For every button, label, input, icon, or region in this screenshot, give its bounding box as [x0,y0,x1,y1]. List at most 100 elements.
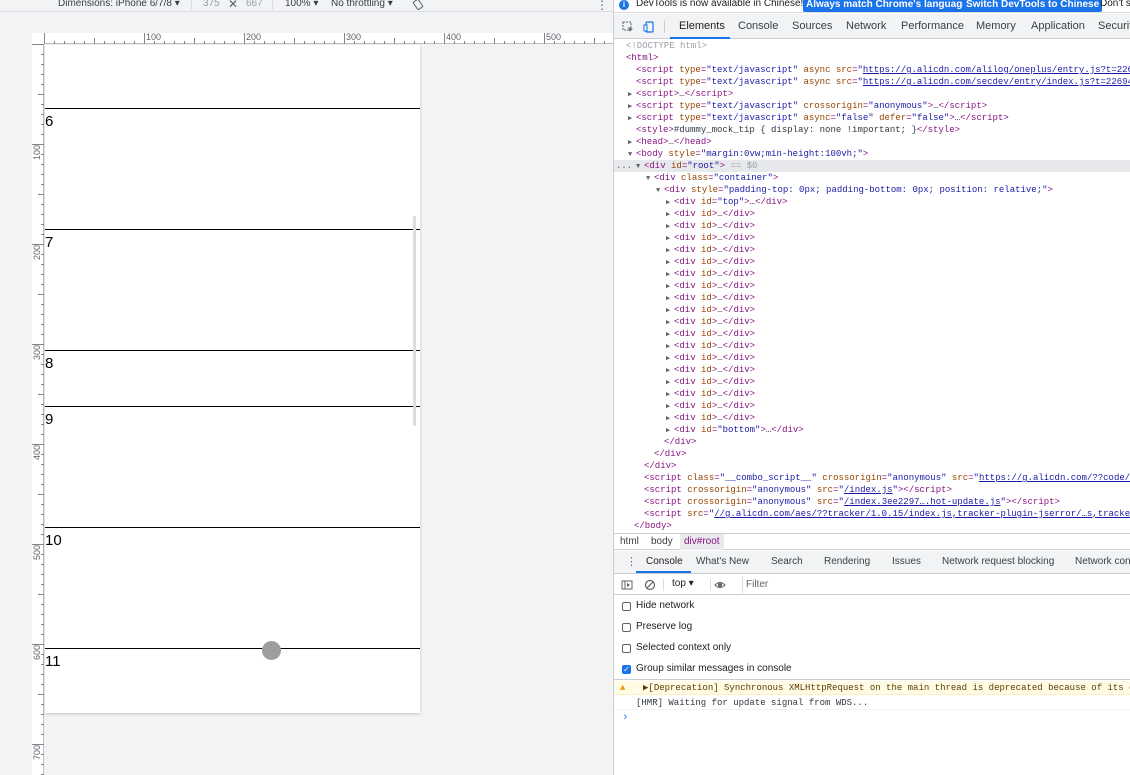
console-warning-message[interactable]: ▲ ▶[Deprecation] Synchronous XMLHttpRequ… [614,681,1130,695]
dom-node-selected[interactable]: ... ▼ <div id="root"> == $0 [614,160,1130,172]
dom-node[interactable]: ▶ <div id>…</div> [614,208,1130,220]
selected-context-checkbox[interactable] [622,644,631,653]
ruler-top: 100 200 300 400 500 [44,32,613,44]
language-infobar: i DevTools is now available in Chinese! … [614,0,1130,13]
clear-console-icon[interactable] [644,579,656,591]
group-similar-setting[interactable]: ✓ Group similar messages in console [622,663,882,678]
dom-node[interactable]: ▶ <div id>…</div> [614,388,1130,400]
dom-node[interactable]: </div> [614,460,1130,472]
dom-node[interactable]: ▼ <div style="padding-top: 0px; padding-b… [614,184,1130,196]
height-input[interactable]: 667 [246,0,263,9]
device-toggle-icon[interactable] [643,21,655,33]
dom-node[interactable]: <html> [614,52,1130,64]
dom-node[interactable]: ▶ <div id>…</div> [614,304,1130,316]
console-filter-input[interactable] [742,576,1130,593]
dom-node[interactable]: ▶ <div id>…</div> [614,244,1130,256]
dom-node[interactable]: ▶ <div id>…</div> [614,268,1130,280]
dom-node[interactable]: </div> [614,436,1130,448]
dom-node[interactable]: <script src="//g.alicdn.com/aes/??tracke… [614,508,1130,520]
dom-node[interactable]: <script type="text/javascript" async src… [614,64,1130,76]
dom-node[interactable]: ▶ <script>…</script> [614,88,1130,100]
drawer-tab-console[interactable]: Console [646,556,683,567]
tab-security[interactable]: Security [1098,20,1130,32]
dom-node[interactable]: ▶ <div id="top">…</div> [614,196,1130,208]
tab-application[interactable]: Application [1031,20,1085,32]
list-item[interactable]: 10 [45,527,420,648]
selected-context-setting[interactable]: Selected context only [622,642,822,657]
dom-node[interactable]: <style>#dummy_mock_tip { display: none !… [614,124,1130,136]
page-scrollbar[interactable] [413,216,416,426]
dom-node[interactable]: ▶ <div id>…</div> [614,256,1130,268]
dom-node[interactable]: ▶ <div id="bottom">…</div> [614,424,1130,436]
preserve-log-checkbox[interactable] [622,623,631,632]
drawer-tab-whats-new[interactable]: What's New [696,556,749,567]
match-language-button[interactable]: Always match Chrome's language [803,0,971,12]
dom-node[interactable]: ▶ <div id>…</div> [614,280,1130,292]
throttling-select[interactable]: No throttling ▾ [331,0,393,9]
dom-node[interactable]: ▶ <script type="text/javascript" async="f… [614,112,1130,124]
dom-node[interactable]: ▶ <div id>…</div> [614,340,1130,352]
hide-network-checkbox[interactable] [622,602,631,611]
width-input[interactable]: 375 [203,0,220,9]
dom-node[interactable]: ▶ <div id>…</div> [614,328,1130,340]
dom-node[interactable]: ▶ <head>…</head> [614,136,1130,148]
dom-node[interactable]: ▶ <div id>…</div> [614,364,1130,376]
inspect-element-icon[interactable] [622,21,634,33]
breadcrumb-item[interactable]: html [620,536,639,547]
drawer-tab-network-request-blocking[interactable]: Network request blocking [942,556,1054,567]
devtools-main-tabs: Elements Console Sources Network Perform… [614,14,1130,39]
more-vert-icon[interactable]: ⋮ [596,0,608,12]
dom-node[interactable]: </body> [614,520,1130,532]
dom-node[interactable]: <script type="text/javascript" async src… [614,76,1130,88]
list-item[interactable]: 9 [45,406,420,527]
drawer-tab-search[interactable]: Search [771,556,803,567]
tab-performance[interactable]: Performance [901,20,964,32]
list-item[interactable]: 6 [45,108,420,229]
dom-node[interactable]: <script crossorigin="anonymous" src="/in… [614,484,1130,496]
rotate-icon[interactable] [412,0,424,10]
device-select[interactable]: Dimensions: iPhone 6/7/8 ▾ [58,0,180,9]
dom-node[interactable]: ▶ <div id>…</div> [614,292,1130,304]
breadcrumb-item[interactable]: body [651,536,673,547]
context-select[interactable]: top ▾ [672,578,694,589]
tab-network[interactable]: Network [846,20,886,32]
list-item[interactable]: 11 [45,648,420,713]
emulated-page-viewport[interactable]: 6 7 8 9 10 11 [45,45,420,713]
dismiss-infobar-link[interactable]: Don't s [1100,0,1130,9]
dom-node[interactable]: </div> [614,448,1130,460]
tab-console[interactable]: Console [738,20,778,32]
dom-node[interactable]: ▼ <div class="container"> [614,172,1130,184]
dom-node[interactable]: ▶ <div id>…</div> [614,316,1130,328]
eye-icon[interactable] [714,579,726,591]
hide-network-setting[interactable]: Hide network [622,600,822,615]
zoom-select[interactable]: 100% ▾ [285,0,318,9]
sidebar-toggle-icon[interactable] [621,579,633,591]
dom-node[interactable]: <!DOCTYPE html> [614,40,1130,52]
switch-language-button[interactable]: Switch DevTools to Chinese [963,0,1103,12]
dom-node[interactable]: ▶ <div id>…</div> [614,400,1130,412]
drawer-tab-network-conditions[interactable]: Network con [1075,556,1130,567]
group-similar-checkbox[interactable]: ✓ [622,665,631,674]
drawer-tab-issues[interactable]: Issues [892,556,921,567]
list-item[interactable]: 8 [45,350,420,406]
dom-node[interactable]: ▼ <body style="margin:0vw;min-height:100v… [614,148,1130,160]
ruler-label: 300 [346,32,362,42]
dom-node[interactable]: <script class="__combo_script__" crossor… [614,472,1130,484]
drawer-tab-rendering[interactable]: Rendering [824,556,870,567]
console-log-message[interactable]: [HMR] Waiting for update signal from WDS… [614,696,1130,710]
dom-node[interactable]: <script crossorigin="anonymous" src="/in… [614,496,1130,508]
tab-sources[interactable]: Sources [792,20,832,32]
dom-node[interactable]: ▶ <div id>…</div> [614,232,1130,244]
dom-node[interactable]: ▶ <div id>…</div> [614,376,1130,388]
preserve-log-setting[interactable]: Preserve log [622,621,822,636]
list-item[interactable]: 7 [45,229,420,350]
tab-elements[interactable]: Elements [679,20,725,32]
tab-memory[interactable]: Memory [976,20,1016,32]
console-prompt[interactable]: › [622,712,629,724]
dom-node[interactable]: ▶ <div id>…</div> [614,352,1130,364]
dom-node[interactable]: ▶ <div id>…</div> [614,220,1130,232]
dom-node[interactable]: ▶ <script type="text/javascript" crossori… [614,100,1130,112]
dom-node[interactable]: ▶ <div id>…</div> [614,412,1130,424]
breadcrumb-item-active[interactable]: div#root [684,536,720,547]
more-vert-icon[interactable]: ⋮ [626,555,637,568]
